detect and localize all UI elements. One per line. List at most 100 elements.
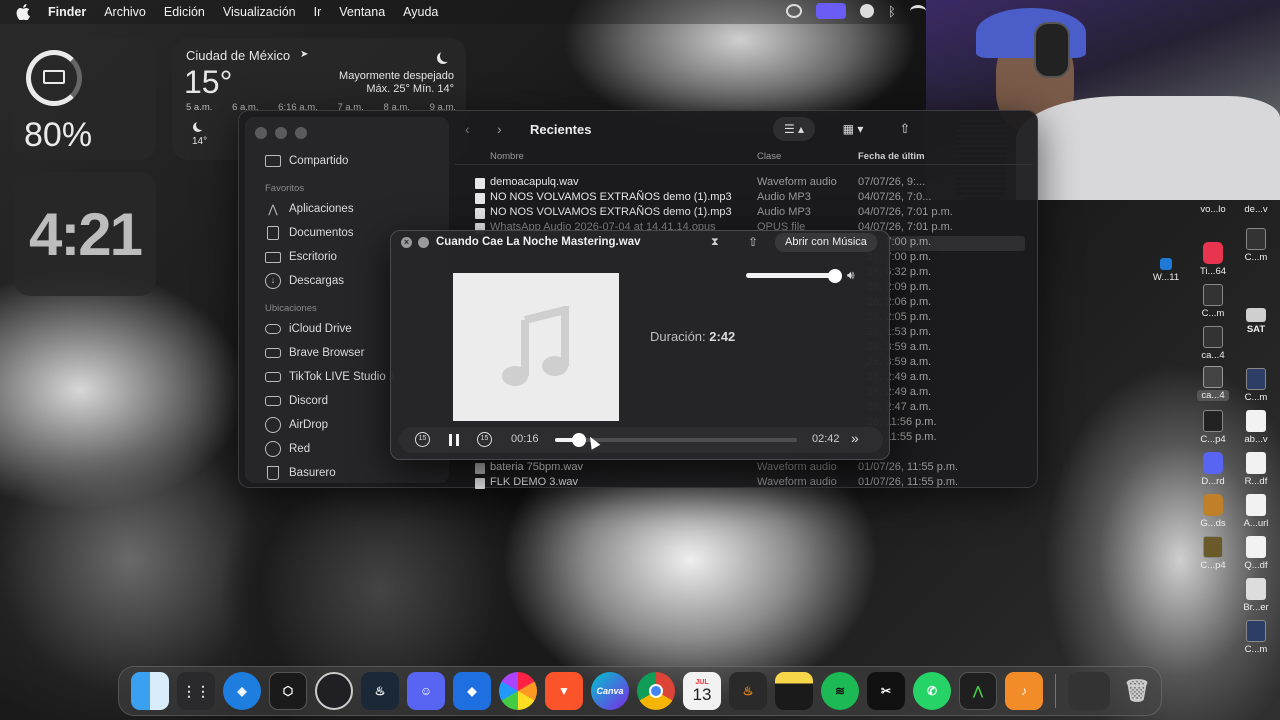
share-icon[interactable]: ⇧ bbox=[748, 235, 758, 249]
menu-ventana[interactable]: Ventana bbox=[339, 5, 385, 19]
trim-icon[interactable]: ⧗ bbox=[711, 236, 719, 249]
column-kind[interactable]: Clase bbox=[757, 151, 781, 162]
skip-back-15-icon[interactable]: 15 bbox=[415, 432, 430, 447]
brave-icon[interactable]: ▼ bbox=[545, 672, 583, 710]
menu-archivo[interactable]: Archivo bbox=[104, 5, 146, 19]
finder-icon[interactable] bbox=[131, 672, 169, 710]
fast-forward-icon[interactable]: » bbox=[851, 430, 859, 446]
desktop-file[interactable]: A...url bbox=[1226, 494, 1280, 529]
steam-icon[interactable]: ♨ bbox=[361, 672, 399, 710]
file-kind: Waveform audio bbox=[757, 176, 837, 188]
grid-view-button[interactable]: ▦ ▾ bbox=[833, 117, 873, 141]
downloads-stack-icon[interactable] bbox=[1068, 672, 1110, 710]
back-button[interactable]: ‹ bbox=[465, 121, 470, 137]
menu-visualizacion[interactable]: Visualización bbox=[223, 5, 296, 19]
trash-icon[interactable]: 🗑︎ bbox=[1118, 672, 1156, 710]
display-icon[interactable] bbox=[860, 4, 874, 18]
file-kind: Waveform audio bbox=[757, 461, 837, 473]
obs-icon[interactable] bbox=[315, 672, 353, 710]
calendar-icon[interactable]: JUL 13 bbox=[683, 672, 721, 710]
fullscreen-icon[interactable] bbox=[418, 237, 429, 248]
sidebar-item-label: Brave Browser bbox=[289, 347, 365, 359]
url-file-icon bbox=[1246, 494, 1266, 516]
column-name[interactable]: Nombre bbox=[490, 151, 524, 162]
volume-track[interactable] bbox=[746, 273, 838, 278]
launchpad-icon[interactable]: ⋮⋮ bbox=[177, 672, 215, 710]
file-label: Q...df bbox=[1244, 560, 1268, 571]
sidebar-item-label: Descargas bbox=[289, 275, 344, 287]
roblox-icon[interactable]: ◆ bbox=[453, 672, 491, 710]
battery-widget: 80% bbox=[14, 38, 156, 160]
menu-edicion[interactable]: Edición bbox=[164, 5, 205, 19]
desktop-icon bbox=[265, 251, 281, 263]
forward-button[interactable]: › bbox=[497, 121, 502, 137]
table-row[interactable]: FLK DEMO 3.wav Waveform audio 01/07/26, … bbox=[455, 476, 1033, 491]
volume-knob[interactable] bbox=[828, 269, 842, 283]
list-view-button[interactable]: ☰ ▴ bbox=[773, 117, 815, 141]
status-icons: ᛒ bbox=[786, 3, 926, 19]
hour-temp: 14° bbox=[192, 136, 208, 147]
menu-ayuda[interactable]: Ayuda bbox=[403, 5, 438, 19]
close-button[interactable] bbox=[255, 127, 267, 139]
headphones-icon bbox=[1034, 22, 1070, 78]
transport-bar: 15 15 00:16 02:42 » bbox=[399, 427, 883, 453]
desktop-file[interactable]: ca...4 bbox=[1183, 366, 1243, 401]
column-date[interactable]: Fecha de últim bbox=[858, 151, 925, 162]
close-icon[interactable]: × bbox=[401, 237, 412, 248]
unity-icon[interactable]: ⬡ bbox=[269, 672, 307, 710]
table-row[interactable]: bateria 75bpm.wav Waveform audio 01/07/2… bbox=[455, 461, 1033, 476]
desktop-file[interactable]: de...v bbox=[1226, 204, 1280, 215]
share-button[interactable]: ⇧ bbox=[893, 117, 917, 141]
fl-studio-icon[interactable]: ♨ bbox=[729, 672, 767, 710]
file-label: ca...4 bbox=[1197, 390, 1229, 401]
sidebar-item-compartido[interactable]: Compartido bbox=[245, 149, 449, 173]
photos-icon[interactable] bbox=[499, 672, 537, 710]
notes-icon[interactable] bbox=[775, 672, 813, 710]
table-row[interactable]: NO NOS VOLVAMOS EXTRAÑOS demo (1).mp3 Au… bbox=[455, 206, 1033, 221]
sidebar-item-aplicaciones[interactable]: ⋀ Aplicaciones bbox=[245, 197, 449, 221]
wifi-icon[interactable] bbox=[909, 5, 926, 17]
menu-ir[interactable]: Ir bbox=[314, 5, 322, 19]
trash-icon bbox=[267, 466, 279, 480]
activity-icon[interactable]: ⋀ bbox=[959, 672, 997, 710]
desktop-file[interactable]: ab...v bbox=[1226, 410, 1280, 445]
drive-icon bbox=[1246, 308, 1266, 322]
skip-forward-15-icon[interactable]: 15 bbox=[477, 432, 492, 447]
desktop-file[interactable]: ca...4 bbox=[1183, 326, 1243, 361]
desktop-file[interactable]: Q...df bbox=[1226, 536, 1280, 571]
sidebar-header-favoritos: Favoritos bbox=[265, 183, 305, 194]
desktop-file[interactable]: W...11 bbox=[1136, 258, 1196, 283]
desktop-file[interactable]: R...df bbox=[1226, 452, 1280, 487]
pdf-file-icon bbox=[1246, 452, 1266, 474]
open-with-music-button[interactable]: Abrir con Música bbox=[775, 233, 877, 252]
discord-icon[interactable]: ☺ bbox=[407, 672, 445, 710]
spotify-icon[interactable]: ≋ bbox=[821, 672, 859, 710]
scrubber-knob[interactable] bbox=[572, 433, 587, 447]
capcut-icon[interactable]: ✂ bbox=[867, 672, 905, 710]
desktop-file[interactable]: Br...er bbox=[1226, 578, 1280, 613]
safari-icon[interactable]: ◈ bbox=[223, 672, 261, 710]
screen-mirror-icon[interactable] bbox=[786, 4, 802, 18]
file-date: 01/07/26, 11:55 p.m. bbox=[858, 461, 959, 473]
player-title: Cuando Cae La Noche Mastering.wav bbox=[436, 236, 641, 248]
speaker-icon[interactable]: 🔊︎ bbox=[847, 268, 855, 283]
cloud-icon bbox=[265, 324, 281, 334]
volume-control[interactable]: 🔊︎ bbox=[726, 265, 866, 287]
video-file-icon bbox=[1246, 228, 1266, 250]
zoom-button[interactable] bbox=[295, 127, 307, 139]
whatsapp-icon[interactable]: ✆ bbox=[913, 672, 951, 710]
canva-icon[interactable]: Canva bbox=[591, 672, 629, 710]
table-row[interactable]: demoacapulq.wav Waveform audio 07/07/26,… bbox=[455, 176, 1033, 191]
apple-icon[interactable] bbox=[16, 4, 30, 21]
pause-button[interactable] bbox=[449, 434, 459, 446]
minimize-button[interactable] bbox=[275, 127, 287, 139]
video-file-icon bbox=[1203, 326, 1223, 348]
table-row[interactable]: NO NOS VOLVAMOS EXTRAÑOS demo (1).mp3 Au… bbox=[455, 191, 1033, 206]
desktop-file[interactable]: C...m bbox=[1226, 620, 1280, 655]
chrome-icon[interactable] bbox=[637, 672, 675, 710]
menu-finder[interactable]: Finder bbox=[48, 5, 86, 19]
sidebar-item-basurero[interactable]: Basurero bbox=[245, 461, 449, 485]
garageband-icon[interactable]: ♪ bbox=[1005, 672, 1043, 710]
control-center-icon[interactable] bbox=[816, 3, 846, 19]
bluetooth-icon[interactable]: ᛒ bbox=[888, 4, 896, 19]
